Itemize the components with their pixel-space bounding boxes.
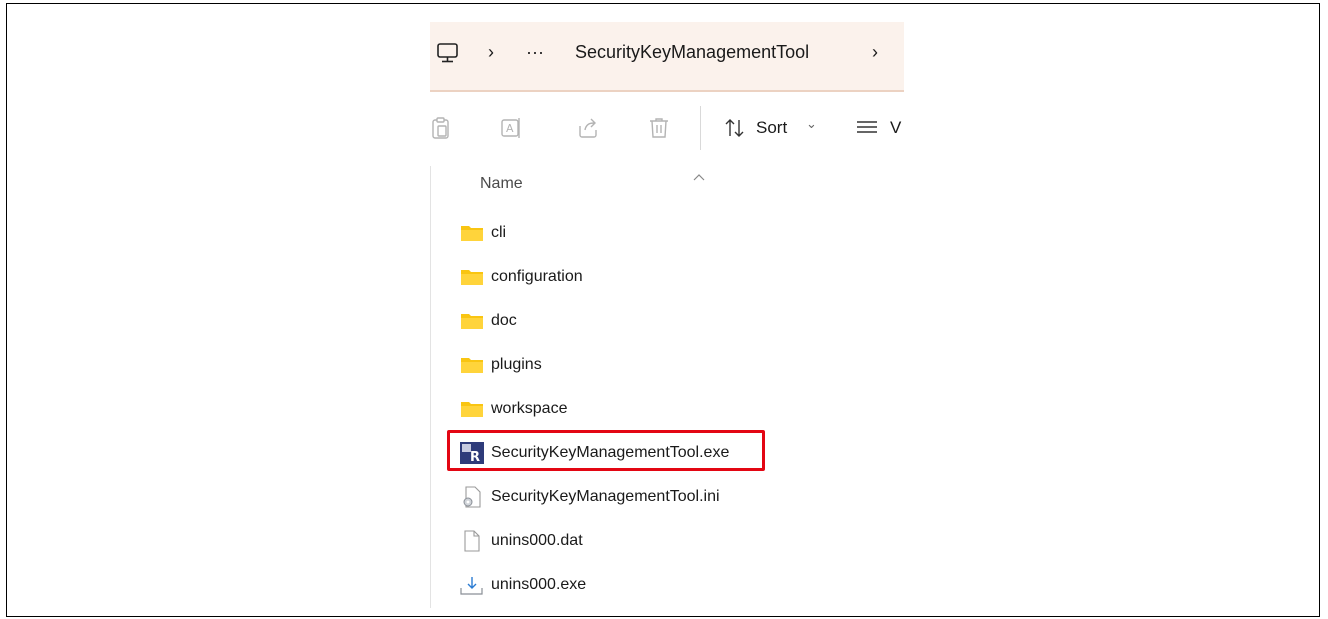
list-item[interactable]: plugins [460, 351, 880, 379]
highlight-box [447, 430, 765, 471]
svg-text:A: A [506, 122, 514, 135]
folder-icon [460, 266, 484, 288]
share-icon[interactable] [576, 116, 598, 140]
toolbar-divider [700, 106, 701, 150]
file-name: unins000.dat [491, 532, 583, 549]
file-name: workspace [491, 400, 568, 417]
rename-icon[interactable]: A [500, 116, 522, 140]
paste-icon[interactable] [430, 116, 452, 140]
breadcrumb-separator-2[interactable]: › [872, 40, 878, 64]
installer-icon [460, 574, 484, 596]
view-label: V [890, 118, 902, 137]
delete-icon[interactable] [648, 116, 670, 140]
list-item[interactable]: workspace [460, 395, 880, 423]
view-list-icon [856, 119, 878, 137]
file-name: cli [491, 224, 507, 241]
view-button[interactable]: V [856, 112, 904, 146]
breadcrumb-separator-1[interactable]: › [488, 40, 494, 64]
list-item[interactable]: configuration [460, 263, 880, 291]
computer-icon[interactable] [436, 42, 460, 64]
breadcrumb-folder[interactable]: SecurityKeyManagementTool [575, 40, 809, 64]
chevron-down-icon: ⌄ [806, 116, 817, 131]
list-item[interactable]: unins000.dat [460, 527, 880, 555]
file-name: plugins [491, 356, 542, 373]
file-name: unins000.exe [491, 576, 587, 593]
file-name: configuration [491, 268, 583, 285]
list-item[interactable]: cli [460, 219, 880, 247]
address-bar[interactable]: › ··· SecurityKeyManagementTool › [430, 22, 904, 92]
command-bar: A Sort ⌄ V [430, 92, 904, 166]
list-pane-edge [430, 166, 431, 608]
sort-ascending-caret-icon [693, 168, 705, 181]
list-item[interactable]: SecurityKeyManagementTool.ini [460, 483, 880, 511]
sort-button[interactable]: Sort ⌄ [724, 112, 824, 146]
settings-file-icon [460, 486, 484, 508]
list-item[interactable]: unins000.exe [460, 571, 880, 599]
folder-icon [460, 398, 484, 420]
breadcrumb-overflow[interactable]: ··· [526, 40, 544, 64]
sort-label: Sort [756, 118, 788, 137]
file-name: doc [491, 312, 517, 329]
list-item[interactable]: doc [460, 307, 880, 335]
blank-file-icon [460, 530, 484, 552]
file-name: SecurityKeyManagementTool.ini [491, 488, 720, 505]
folder-icon [460, 310, 484, 332]
column-header-name[interactable]: Name [480, 175, 523, 193]
sort-icon [724, 117, 746, 139]
file-explorer-window: › ··· SecurityKeyManagementTool › A Sort… [430, 22, 904, 608]
folder-icon [460, 354, 484, 376]
folder-icon [460, 222, 484, 244]
